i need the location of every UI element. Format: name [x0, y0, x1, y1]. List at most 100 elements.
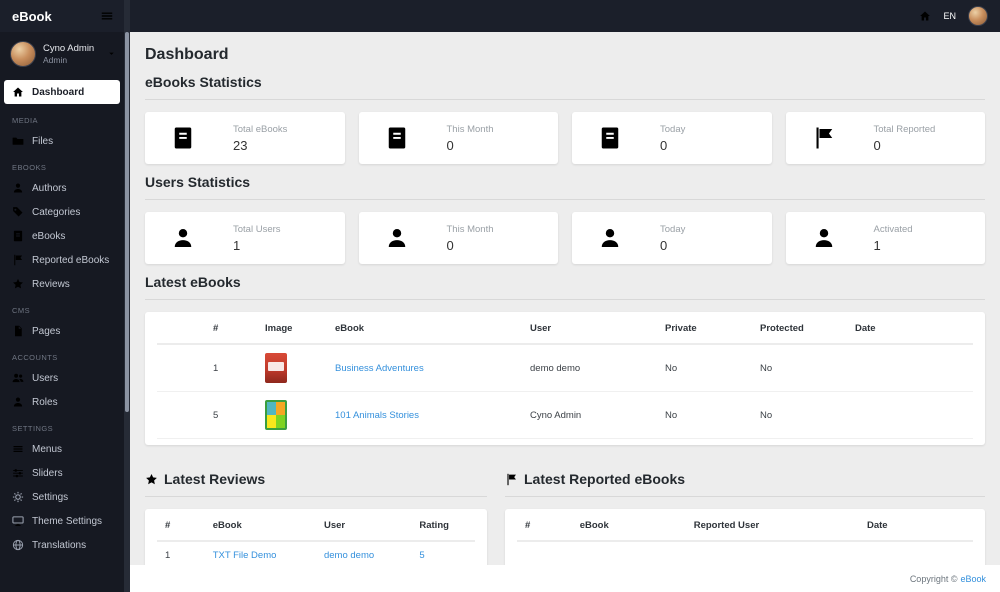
sidebar-item-authors[interactable]: Authors	[0, 176, 124, 200]
star-icon	[145, 473, 158, 486]
sidebar-item-categories[interactable]: Categories	[0, 200, 124, 224]
user-icon	[12, 396, 24, 408]
topbar-avatar[interactable]	[968, 6, 988, 26]
users-stat-cards: Total Users 1 This Month 0 Today 0 Activ…	[145, 212, 985, 264]
latest-reported-heading: Latest Reported eBooks	[505, 471, 985, 497]
sidebar-nav: Dashboard MEDIA Files EBOOKS Authors Cat…	[0, 76, 124, 557]
col-header-reported-user: Reported User	[685, 511, 859, 542]
sidebar-item-reviews[interactable]: Reviews	[0, 272, 124, 296]
sidebar-item-theme-settings[interactable]: Theme Settings	[0, 509, 124, 533]
app-root: eBook Cyno Admin Admin Dashboard MEDIA F…	[0, 0, 1000, 592]
sidebar-item-users[interactable]: Users	[0, 366, 124, 390]
user-role: Admin	[43, 55, 68, 65]
stat-card-users-today: Today 0	[572, 212, 772, 264]
cell-num: 1	[157, 541, 205, 565]
col-header-date: Date	[847, 314, 973, 345]
home-icon[interactable]	[919, 10, 931, 22]
latest-reviews-table: # eBook User Rating 1 TXT File Demo demo…	[157, 511, 475, 565]
user-link[interactable]: demo demo	[324, 550, 374, 561]
sidebar-item-label: Roles	[32, 396, 58, 408]
table-row: 1 Business Adventures demo demo No No	[157, 344, 973, 392]
book-icon	[12, 230, 24, 242]
ebook-link[interactable]: Business Adventures	[335, 363, 424, 374]
monitor-icon	[12, 515, 24, 527]
sidebar-item-sliders[interactable]: Sliders	[0, 461, 124, 485]
sidebar-item-ebooks[interactable]: eBooks	[0, 224, 124, 248]
sidebar-item-translations[interactable]: Translations	[0, 533, 124, 557]
sidebar-section-settings: SETTINGS	[12, 424, 54, 433]
stat-value: 0	[873, 137, 881, 153]
cell-num: 5	[157, 391, 257, 439]
col-header-image: Image	[257, 314, 327, 345]
sidebar-item-dashboard[interactable]: Dashboard	[4, 80, 120, 104]
stat-label: This Month	[446, 123, 494, 135]
ebook-cover-image[interactable]	[265, 400, 287, 430]
chevron-down-icon	[107, 45, 116, 63]
stat-label: Total Users	[233, 223, 281, 235]
menu-toggle-icon[interactable]	[100, 9, 114, 23]
sidebar-item-label: Translations	[32, 539, 87, 551]
col-header-user: User	[315, 511, 412, 542]
latest-ebooks-panel: # Image eBook User Private Protected Dat…	[145, 312, 985, 445]
stat-label: Today	[660, 123, 686, 135]
footer-brand-link[interactable]: eBook	[960, 574, 986, 584]
user-icon	[385, 226, 409, 250]
cell-user: demo demo	[522, 344, 657, 392]
cell-num: 1	[157, 344, 257, 392]
sidebar-item-pages[interactable]: Pages	[0, 319, 124, 343]
sidebar-user-menu[interactable]: Cyno Admin Admin	[0, 32, 124, 76]
gear-icon	[12, 491, 24, 503]
main-content: Dashboard eBooks Statistics Total eBooks…	[130, 32, 1000, 565]
col-header-ebook: eBook	[327, 314, 522, 345]
col-header-user: User	[522, 314, 657, 345]
users-icon	[12, 372, 24, 384]
sliders-icon	[12, 467, 24, 479]
sidebar-item-label: Reviews	[32, 278, 70, 290]
page-title: Dashboard	[145, 46, 229, 63]
sidebar-item-settings[interactable]: Settings	[0, 485, 124, 509]
language-selector[interactable]: EN	[943, 11, 956, 21]
menu-list-icon	[12, 443, 24, 455]
col-header-date: Date	[858, 511, 973, 542]
sidebar-item-roles[interactable]: Roles	[0, 390, 124, 414]
ebook-cover-image[interactable]	[265, 353, 287, 383]
sidebar-item-menus[interactable]: Menus	[0, 437, 124, 461]
stat-label: Total eBooks	[233, 123, 288, 135]
cell-protected: No	[752, 344, 847, 392]
flag-icon	[12, 254, 24, 266]
sidebar-item-reported-ebooks[interactable]: Reported eBooks	[0, 248, 124, 272]
sidebar-item-label: Sliders	[32, 467, 63, 479]
latest-reviews-heading-label: Latest Reviews	[164, 471, 266, 487]
col-header-protected: Protected	[752, 314, 847, 345]
cell-private: No	[657, 391, 752, 439]
sidebar-item-label: Authors	[32, 182, 67, 194]
folder-icon	[12, 135, 24, 147]
sidebar-item-label: Dashboard	[32, 86, 85, 98]
latest-reviews-panel: # eBook User Rating 1 TXT File Demo demo…	[145, 509, 487, 565]
sidebar-item-files[interactable]: Files	[0, 129, 124, 153]
user-name: Cyno Admin	[43, 43, 95, 54]
sidebar-section-cms: CMS	[12, 306, 31, 315]
col-header-ebook: eBook	[571, 511, 686, 542]
ebook-link[interactable]: TXT File Demo	[213, 550, 277, 561]
globe-icon	[12, 539, 24, 551]
ebook-link[interactable]: 101 Animals Stories	[335, 410, 419, 421]
stat-label: Activated	[873, 223, 913, 235]
book-icon	[598, 126, 622, 150]
topbar: EN	[130, 0, 1000, 32]
sidebar-item-label: Reported eBooks	[32, 254, 110, 266]
stat-value: 0	[446, 237, 454, 253]
user-icon	[812, 226, 836, 250]
ebooks-statistics-heading: eBooks Statistics	[145, 74, 985, 100]
brand-logo[interactable]: eBook	[12, 9, 52, 24]
latest-reported-table: # eBook Reported User Date	[517, 511, 973, 542]
user-icon	[12, 182, 24, 194]
table-row: 1 TXT File Demo demo demo 5	[157, 541, 475, 565]
rating-link[interactable]: 5	[419, 550, 424, 561]
sidebar-section-ebooks: EBOOKS	[12, 163, 47, 172]
sidebar-scrollbar-thumb[interactable]	[125, 32, 129, 412]
col-header-ebook: eBook	[204, 511, 316, 542]
sidebar-scrollbar[interactable]	[124, 0, 130, 592]
sidebar-brand-row: eBook	[0, 0, 124, 32]
stat-card-total-reported: Total Reported 0	[785, 112, 985, 164]
